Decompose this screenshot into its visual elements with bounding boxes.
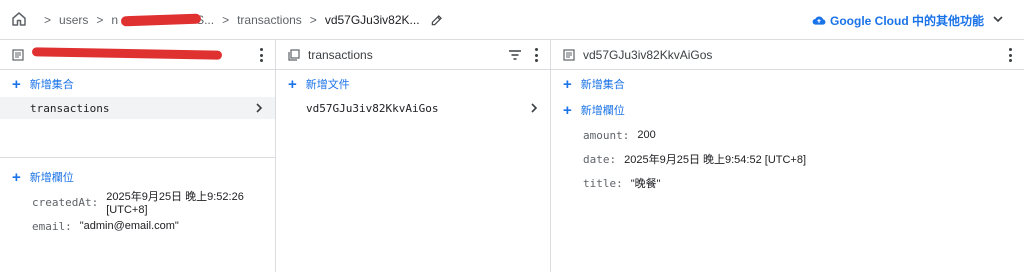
home-icon[interactable]: [10, 10, 28, 28]
add-collection-label: 新增集合: [580, 79, 625, 91]
top-bar: > users > n S... > transactions > vd57GJu…: [0, 0, 1024, 40]
field-key: amount:: [583, 128, 630, 142]
field-value: "admin@email.com": [79, 220, 179, 232]
plus-icon: +: [12, 75, 21, 93]
plus-icon: +: [12, 168, 21, 186]
add-collection-button[interactable]: + 新增集合: [0, 71, 275, 97]
plus-icon: +: [288, 75, 297, 93]
chevron-right-icon: >: [44, 13, 52, 27]
more-options-icon[interactable]: [259, 48, 263, 62]
add-document-button[interactable]: + 新增文件: [276, 71, 550, 97]
breadcrumb-document[interactable]: vd57GJu3iv82K...: [325, 13, 420, 27]
chevron-down-icon[interactable]: [992, 13, 1004, 25]
add-field-button[interactable]: + 新增欄位: [0, 164, 275, 190]
document-item-label: vd57GJu3iv82KkvAiGos: [306, 101, 439, 115]
chevron-right-icon: >: [309, 13, 317, 27]
panel-title: vd57GJu3iv82KkvAiGos: [583, 47, 713, 62]
panel-header: transactions: [276, 40, 550, 70]
breadcrumb-users[interactable]: users: [59, 13, 88, 27]
cloud-icon: [812, 16, 826, 25]
field-key: title:: [583, 176, 623, 190]
collection-item-label: transactions: [30, 101, 110, 115]
plus-icon: +: [563, 101, 572, 119]
add-collection-label: 新增集合: [29, 79, 74, 91]
panel-title: transactions: [308, 47, 373, 62]
field-row[interactable]: date: 2025年9月25日 晚上9:54:52 [UTC+8]: [583, 147, 1024, 171]
field-row[interactable]: amount: 200: [583, 123, 1024, 147]
root-document-panel: + 新增集合 transactions + 新增欄位 createdAt: 20…: [0, 40, 276, 272]
field-value: 2025年9月25日 晚上9:54:52 [UTC+8]: [624, 154, 807, 166]
collection-item-transactions[interactable]: transactions: [0, 97, 275, 119]
pencil-icon[interactable]: [430, 13, 444, 27]
breadcrumb-transactions[interactable]: transactions: [237, 13, 302, 27]
breadcrumb-user-id[interactable]: n S...: [111, 13, 214, 27]
more-options-icon[interactable]: [1008, 48, 1012, 62]
field-list: createdAt: 2025年9月25日 晚上9:52:26 [UTC+8] …: [0, 190, 275, 238]
add-document-label: 新增文件: [305, 79, 350, 91]
redacted-document-title: [32, 49, 222, 61]
divider: [0, 157, 275, 158]
plus-icon: +: [563, 75, 572, 93]
chevron-right-icon: [256, 103, 263, 113]
chevron-right-icon: [531, 103, 538, 113]
breadcrumb-user-id-label: n: [111, 13, 119, 27]
add-field-label: 新增欄位: [580, 105, 625, 117]
document-panel: vd57GJu3iv82KkvAiGos + 新增集合 + 新增欄位 amoun…: [551, 40, 1024, 272]
add-collection-button[interactable]: + 新增集合: [551, 71, 1024, 97]
breadcrumb-user-id-suffix: S...: [196, 13, 215, 27]
field-value: 200: [637, 129, 656, 141]
field-list: amount: 200 date: 2025年9月25日 晚上9:54:52 […: [551, 123, 1024, 195]
panel-header: [0, 40, 275, 70]
collection-list-spacer: [0, 119, 275, 157]
collection-icon: [288, 48, 300, 61]
field-value: 2025年9月25日 晚上9:52:26 [UTC+8]: [106, 191, 244, 216]
field-row[interactable]: createdAt: 2025年9月25日 晚上9:52:26 [UTC+8]: [32, 190, 275, 216]
chevron-right-icon: >: [96, 13, 104, 27]
field-key: date:: [583, 152, 617, 166]
document-icon: [563, 48, 575, 61]
field-key: createdAt:: [32, 195, 99, 209]
document-item[interactable]: vd57GJu3iv82KkvAiGos: [276, 97, 550, 119]
google-cloud-button[interactable]: Google Cloud 中的其他功能: [812, 0, 984, 40]
breadcrumb: > users > n S... > transactions > vd57GJu…: [36, 0, 444, 40]
panel-header: vd57GJu3iv82KkvAiGos: [551, 40, 1024, 70]
more-options-icon[interactable]: [534, 48, 538, 62]
collection-panel: transactions + 新增文件 vd57GJu3iv82KkvAiGos: [276, 40, 551, 272]
google-cloud-label: Google Cloud 中的其他功能: [830, 13, 984, 28]
filter-icon[interactable]: [508, 49, 522, 61]
field-key: email:: [32, 219, 72, 233]
chevron-right-icon: >: [222, 13, 230, 27]
field-row[interactable]: title: "晚餐": [583, 171, 1024, 195]
add-field-button[interactable]: + 新增欄位: [551, 97, 1024, 123]
field-row[interactable]: email: "admin@email.com": [32, 214, 275, 238]
add-field-label: 新增欄位: [29, 172, 74, 184]
document-icon: [12, 48, 24, 61]
field-value: "晚餐": [630, 178, 661, 190]
